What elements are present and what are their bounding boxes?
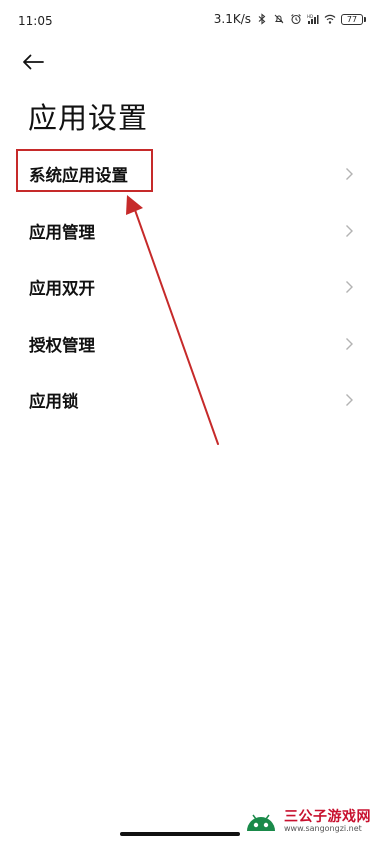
menu-item-app-management[interactable]: 应用管理 [0,203,380,260]
status-bar: 11:05 3.1K/s HD 77 [0,0,380,44]
chevron-right-icon [346,281,353,294]
menu-item-label: 应用管理 [29,222,95,242]
signal-icon: HD [307,14,319,24]
back-button[interactable] [22,48,58,76]
mute-bell-icon [274,14,284,24]
menu-item-app-lock[interactable]: 应用锁 [0,372,380,429]
page-title: 应用设置 [28,101,149,135]
chevron-right-icon [346,224,353,237]
menu-item-system-app-settings[interactable]: 系统应用设置 [0,146,380,203]
status-time: 11:05 [18,14,53,28]
menu-item-label: 系统应用设置 [29,166,128,186]
bluetooth-icon [258,13,266,25]
chevron-right-icon [346,168,353,181]
home-indicator[interactable] [120,832,240,836]
watermark: 三公子游戏网 www.sangongzi.net [244,804,380,840]
menu-item-label: 授权管理 [29,335,95,355]
alarm-icon [291,14,301,25]
menu-item-label: 应用锁 [29,392,79,412]
watermark-title: 三公子游戏网 [284,808,371,825]
settings-menu: 系统应用设置 应用管理 应用双开 授权管理 应用锁 [0,146,380,429]
wifi-icon [324,14,336,24]
hd-label: HD [307,14,313,19]
watermark-logo [247,814,275,831]
chevron-right-icon [346,394,353,407]
menu-item-permissions[interactable]: 授权管理 [0,316,380,373]
network-speed: 3.1K/s [213,12,251,26]
chevron-right-icon [346,337,353,350]
menu-item-dual-apps[interactable]: 应用双开 [0,259,380,316]
watermark-url: www.sangongzi.net [284,824,362,834]
arrow-left-icon [23,54,44,70]
menu-item-label: 应用双开 [29,279,95,299]
battery-icon: 77 [341,13,366,25]
battery-level: 77 [341,13,363,25]
status-icons: 3.1K/s HD 77 [214,12,366,26]
